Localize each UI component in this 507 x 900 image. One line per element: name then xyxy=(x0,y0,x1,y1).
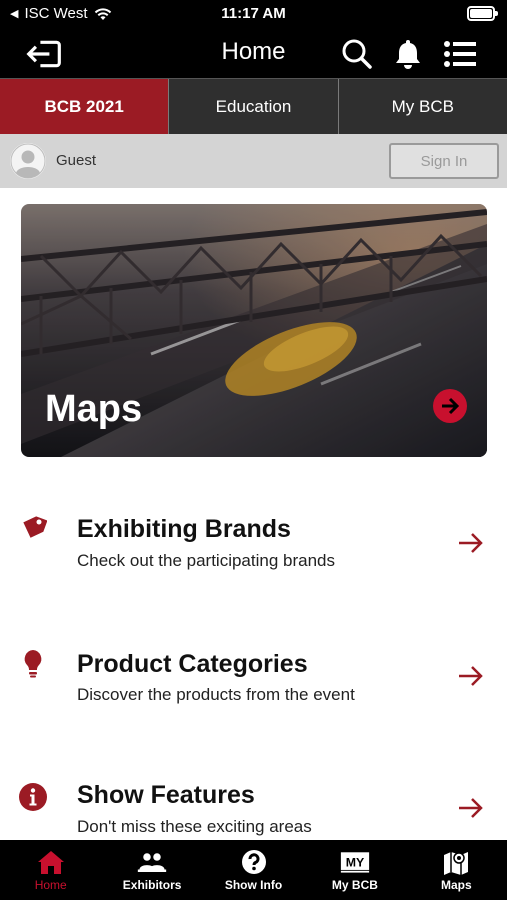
tabbar-item-exhibitors[interactable]: Exhibitors xyxy=(101,840,202,900)
menu-list-icon[interactable] xyxy=(442,36,478,72)
page-title: Home xyxy=(221,38,286,65)
map-icon xyxy=(441,849,471,875)
tabbar-label: Show Info xyxy=(224,878,283,892)
list-item-exhibiting-brands[interactable]: Exhibiting Brands Check out the particip… xyxy=(0,505,507,595)
lightbulb-icon xyxy=(18,648,48,678)
tabbar-item-my-bcb[interactable]: MY My BCB xyxy=(304,840,405,900)
bottom-tab-bar: Home Exhibitors Show Info MY My BCB Maps xyxy=(0,840,507,900)
svg-text:MY: MY xyxy=(346,855,365,869)
list-item-title: Product Categories xyxy=(77,650,308,678)
battery-icon xyxy=(467,6,498,21)
tab-my-bcb[interactable]: My BCB xyxy=(339,79,507,134)
guest-label: Guest xyxy=(56,152,97,169)
list-item-title: Show Features xyxy=(77,781,255,809)
tab-bcb-2021[interactable]: BCB 2021 xyxy=(0,79,170,134)
tag-icon xyxy=(18,513,48,543)
tabbar-item-show-info[interactable]: Show Info xyxy=(203,840,304,900)
list-item-subtitle: Don't miss these exciting areas xyxy=(77,817,312,836)
list-item-product-categories[interactable]: Product Categories Discover the products… xyxy=(0,640,507,730)
tabbar-item-home[interactable]: Home xyxy=(0,840,101,900)
nav-bar: Home xyxy=(0,28,507,78)
question-icon xyxy=(239,849,269,875)
exhibitors-icon xyxy=(137,849,167,875)
tab-education[interactable]: Education xyxy=(169,79,339,134)
arrow-right-icon[interactable] xyxy=(457,662,485,690)
tabbar-label: My BCB xyxy=(331,878,378,892)
arrow-right-icon[interactable] xyxy=(457,794,485,822)
status-bar: ◀ ISC West 11:17 AM xyxy=(0,0,507,28)
arrow-circle-right-icon[interactable] xyxy=(433,389,467,423)
segment-tabs: BCB 2021 Education My BCB xyxy=(0,78,507,134)
info-icon xyxy=(18,782,48,812)
tabbar-label: Exhibitors xyxy=(122,878,182,892)
tabbar-label: Maps xyxy=(440,878,472,892)
list-item-title: Exhibiting Brands xyxy=(77,515,291,543)
list-item-subtitle: Discover the products from the event xyxy=(77,685,355,704)
maps-card[interactable]: Maps xyxy=(21,204,487,457)
bell-icon[interactable] xyxy=(390,36,426,72)
home-icon xyxy=(36,849,66,875)
tabbar-item-maps[interactable]: Maps xyxy=(406,840,507,900)
sign-in-button[interactable]: Sign In xyxy=(389,143,499,179)
arrow-right-icon[interactable] xyxy=(457,529,485,557)
avatar xyxy=(10,143,46,179)
list-item-subtitle: Check out the participating brands xyxy=(77,551,335,570)
guest-bar: Guest Sign In xyxy=(0,134,507,188)
search-icon[interactable] xyxy=(339,36,375,72)
maps-card-title: Maps xyxy=(45,388,143,430)
status-time: 11:17 AM xyxy=(221,5,286,22)
tabbar-label: Home xyxy=(34,878,67,892)
my-icon: MY xyxy=(340,849,370,875)
